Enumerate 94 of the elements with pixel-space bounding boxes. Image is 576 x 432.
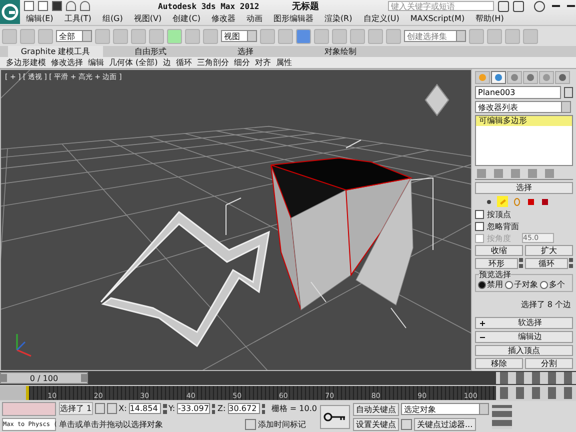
save-icon[interactable] (52, 1, 62, 11)
menu-item[interactable]: 动画 (246, 13, 262, 24)
menu-item[interactable]: 视图(V) (134, 13, 162, 24)
ribbon-panel-title[interactable]: 对齐 (254, 57, 271, 68)
checkbox-label: 按顶点 (487, 208, 511, 220)
ribbon-tab[interactable]: 选择 (198, 46, 293, 57)
spinner-icon[interactable] (212, 404, 216, 414)
arrow-shape-drawing[interactable] (100, 210, 270, 348)
object-name-field[interactable]: Plane003 (475, 86, 561, 99)
coordinate-field[interactable]: 14.854 (128, 403, 161, 414)
menu-item[interactable]: 渲染(R) (324, 13, 352, 24)
select-button[interactable]: 环形 (475, 258, 518, 269)
add-time-tag-field[interactable]: 添加时间标记 (258, 419, 306, 430)
coordinate-field[interactable]: 30.672 (228, 403, 260, 414)
search-field[interactable]: 键入关键字或短语 (388, 1, 494, 11)
spinner-icon[interactable] (519, 258, 523, 268)
axis-label: Y: (168, 404, 176, 413)
ribbon-panel-title[interactable]: 细分 (234, 57, 250, 68)
utilities-tab-icon[interactable] (555, 71, 570, 84)
auto-key-button[interactable]: 自动关键点 (353, 402, 399, 416)
group-title: 预览选择 (479, 269, 511, 280)
named-selection-dropdown[interactable]: 创建选择集 (404, 30, 466, 42)
ribbon-panel-title[interactable]: 修改选择 (51, 57, 83, 68)
axis-label: X: (118, 404, 127, 413)
rollout-header[interactable]: 编辑边 (475, 331, 573, 343)
display-tab-icon[interactable] (539, 71, 554, 84)
box-object-drawing[interactable] (226, 140, 434, 328)
menu-item[interactable]: 组(G) (102, 13, 123, 24)
ribbon-tab[interactable]: 对象绘制 (293, 46, 388, 57)
checkbox-label: 忽略背面 (487, 220, 519, 232)
select-button[interactable]: 收缩 (475, 245, 523, 256)
key-icon[interactable] (320, 404, 350, 428)
radio-label: 禁用 (487, 279, 503, 290)
ribbon-panel-title[interactable]: 几何体 (全部) (109, 57, 158, 68)
ribbon-tab[interactable]: Graphite 建模工具 (8, 46, 103, 57)
menu-item[interactable]: 帮助(H) (476, 13, 504, 24)
menu-item[interactable]: 创建(C) (172, 13, 200, 24)
ribbon-panel-title[interactable]: 循环 (176, 57, 192, 68)
ribbon-panel-title[interactable]: 编辑 (88, 57, 104, 68)
ribbon-panel-title[interactable]: 多边形建模 (6, 57, 46, 68)
menu-item[interactable]: 自定义(U) (363, 13, 400, 24)
edit-edge-button[interactable]: 插入顶点 (475, 345, 573, 356)
menu-item[interactable]: 工具(T) (64, 13, 92, 24)
grid-size: 栅格 = 10.0 (271, 403, 317, 414)
menu-item[interactable]: 图形编辑器 (273, 13, 314, 24)
element-mode-icon[interactable] (539, 196, 550, 207)
ribbon-tab[interactable]: 自由形式 (103, 46, 198, 57)
ribbon-panel-title[interactable]: 三角剖分 (196, 57, 229, 68)
radio-button[interactable] (505, 280, 513, 288)
app-logo-icon[interactable] (0, 0, 20, 24)
prompt-text: 单击或单击并拖动以选择对象 (59, 419, 164, 430)
radio-button[interactable] (540, 280, 548, 288)
checkbox[interactable] (475, 210, 484, 218)
key-mode-dropdown[interactable]: 选定对象 (401, 403, 489, 415)
edit-edge-button[interactable]: 分割 (525, 358, 573, 369)
ribbon-panel-title[interactable]: 边 (162, 57, 171, 68)
modifier-list-dropdown[interactable]: 修改器列表 (475, 101, 571, 113)
polygon-mode-icon[interactable] (525, 196, 536, 207)
selection-filter-dropdown[interactable]: 全部 (56, 30, 92, 42)
help-icon[interactable] (534, 0, 545, 12)
listener-field[interactable] (2, 402, 56, 416)
radio-button[interactable] (478, 280, 486, 288)
hierarchy-tab-icon[interactable] (507, 71, 522, 84)
radio-label: 子对象 (514, 279, 538, 290)
move-icon[interactable] (167, 28, 182, 44)
object-color-swatch[interactable] (564, 87, 573, 98)
key-filters-button[interactable]: 关键点过滤器... (414, 418, 476, 430)
spinner-icon[interactable] (569, 258, 573, 268)
spinner-icon[interactable] (162, 404, 167, 414)
select-button[interactable]: 扩大 (525, 245, 573, 256)
selection-status: 选择了 8 个边 (520, 299, 572, 311)
select-button[interactable]: 循环 (525, 258, 568, 269)
ribbon-panel-title[interactable]: 属性 (276, 57, 292, 68)
edit-edge-button[interactable]: 移除 (475, 358, 523, 369)
motion-tab-icon[interactable] (523, 71, 538, 84)
coordinate-field[interactable]: -33.097 (177, 403, 210, 414)
radio-label: 多个 (549, 279, 565, 290)
modify-tab-icon[interactable] (491, 71, 506, 84)
menu-item[interactable]: 修改器 (211, 13, 236, 24)
spinner-icon[interactable] (262, 404, 266, 414)
document-title: 无标题 (292, 0, 320, 12)
checkbox[interactable] (475, 222, 484, 230)
checkbox-label: 按角度 (487, 232, 511, 244)
menu-item[interactable]: 编辑(E) (26, 13, 54, 24)
reference-coordinate-dropdown[interactable]: 视图 (221, 30, 257, 42)
rollout-header[interactable]: 选择 (475, 182, 573, 194)
rollout-header[interactable]: 软选择 (475, 317, 573, 329)
set-key-button[interactable]: 设置关键点 (353, 418, 399, 430)
modifier-stack-item[interactable]: 可编辑多边形 (476, 116, 572, 126)
window-title: Autodesk 3ds Max 2012 (158, 2, 260, 10)
axis-tripod-icon (16, 334, 32, 357)
selection-count: 选择了 1 (59, 402, 93, 415)
axis-label: Z: (217, 404, 226, 413)
menu-item[interactable]: MAXScript(M) (410, 14, 465, 23)
